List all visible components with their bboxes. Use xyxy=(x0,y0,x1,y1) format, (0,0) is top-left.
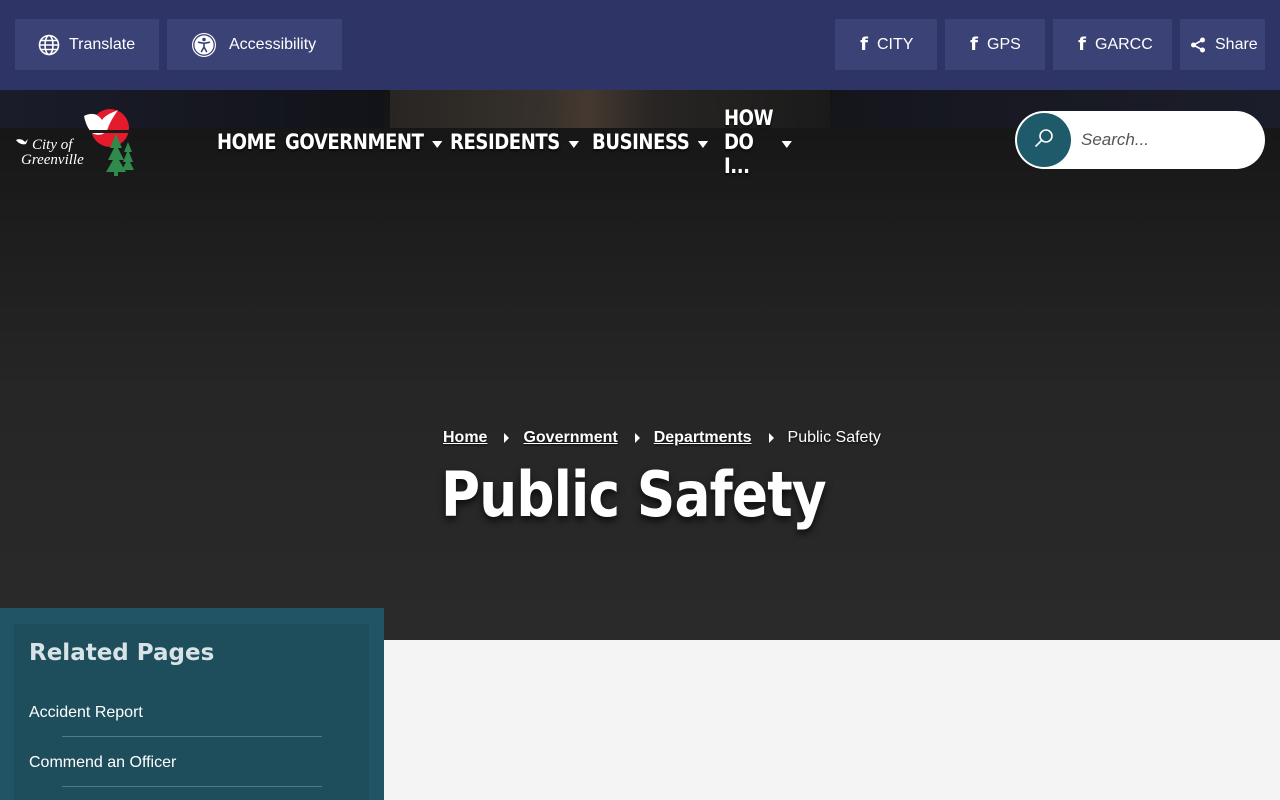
caret-down-icon xyxy=(781,140,793,148)
caret-down-icon xyxy=(568,140,579,148)
facebook-gps-link[interactable]: f GPS xyxy=(945,19,1045,70)
logo-line-1: City of xyxy=(32,137,73,153)
accessibility-label: Accessibility xyxy=(229,35,317,53)
nav-item-business[interactable]: BUSINESS xyxy=(592,130,709,154)
nav-item-residents[interactable]: RESIDENTS xyxy=(450,130,579,154)
related-link-commend-officer[interactable]: Commend an Officer xyxy=(29,754,176,772)
breadcrumb-home[interactable]: Home xyxy=(443,429,487,447)
translate-label: Translate xyxy=(69,35,136,53)
facebook-city-link[interactable]: f CITY xyxy=(835,19,937,70)
search-button[interactable] xyxy=(1017,113,1071,167)
breadcrumb-current: Public Safety xyxy=(787,429,881,446)
search-icon xyxy=(1033,127,1055,154)
related-link-accident-report[interactable]: Accident Report xyxy=(29,704,143,722)
facebook-garcc-link[interactable]: f GARCC xyxy=(1053,19,1172,70)
hero-banner xyxy=(0,90,1280,640)
search-input[interactable] xyxy=(1081,125,1251,155)
chevron-right-icon xyxy=(768,433,774,443)
facebook-icon: f xyxy=(860,34,868,55)
accessibility-button[interactable]: Accessibility xyxy=(167,19,342,70)
facebook-city-label: CITY xyxy=(877,35,914,53)
facebook-icon: f xyxy=(1078,34,1086,55)
divider xyxy=(62,786,322,787)
nav-item-how-do-i[interactable]: HOW DO I... xyxy=(724,106,793,178)
nav-item-home[interactable]: HOME xyxy=(217,130,276,154)
nav-item-label: HOW DO I... xyxy=(724,106,774,178)
nav-item-label: BUSINESS xyxy=(592,130,690,154)
share-icon xyxy=(1190,37,1206,53)
breadcrumb-government[interactable]: Government xyxy=(523,429,617,447)
nav-item-label: RESIDENTS xyxy=(450,130,560,154)
breadcrumb-departments[interactable]: Departments xyxy=(654,429,752,447)
facebook-garcc-label: GARCC xyxy=(1095,35,1153,53)
chevron-right-icon xyxy=(634,433,640,443)
facebook-icon: f xyxy=(970,34,978,55)
caret-down-icon xyxy=(432,140,443,148)
nav-item-label: HOME xyxy=(217,130,277,154)
breadcrumb: Home Government Departments Public Safet… xyxy=(443,429,881,447)
accessibility-icon xyxy=(191,32,217,58)
nav-item-government[interactable]: GOVERNMENT xyxy=(285,130,443,154)
share-button[interactable]: Share xyxy=(1180,19,1265,70)
divider xyxy=(62,736,322,737)
logo-line-2: Greenville xyxy=(21,152,84,168)
related-pages-sidebar: Related Pages Accident Report Commend an… xyxy=(0,608,384,800)
globe-icon xyxy=(38,34,60,56)
city-logo[interactable]: City of Greenville xyxy=(14,104,134,176)
facebook-gps-label: GPS xyxy=(987,35,1021,53)
share-label: Share xyxy=(1215,35,1258,53)
related-pages-panel: Related Pages Accident Report Commend an… xyxy=(14,624,369,800)
nav-item-label: GOVERNMENT xyxy=(285,130,424,154)
chevron-right-icon xyxy=(504,433,510,443)
site-search xyxy=(1015,111,1265,169)
page-title: Public Safety xyxy=(441,458,827,531)
utility-bar: Translate Accessibility f CITY f GPS f G… xyxy=(0,0,1280,90)
related-pages-title: Related Pages xyxy=(29,640,215,666)
translate-button[interactable]: Translate xyxy=(15,19,159,70)
caret-down-icon xyxy=(697,140,709,148)
